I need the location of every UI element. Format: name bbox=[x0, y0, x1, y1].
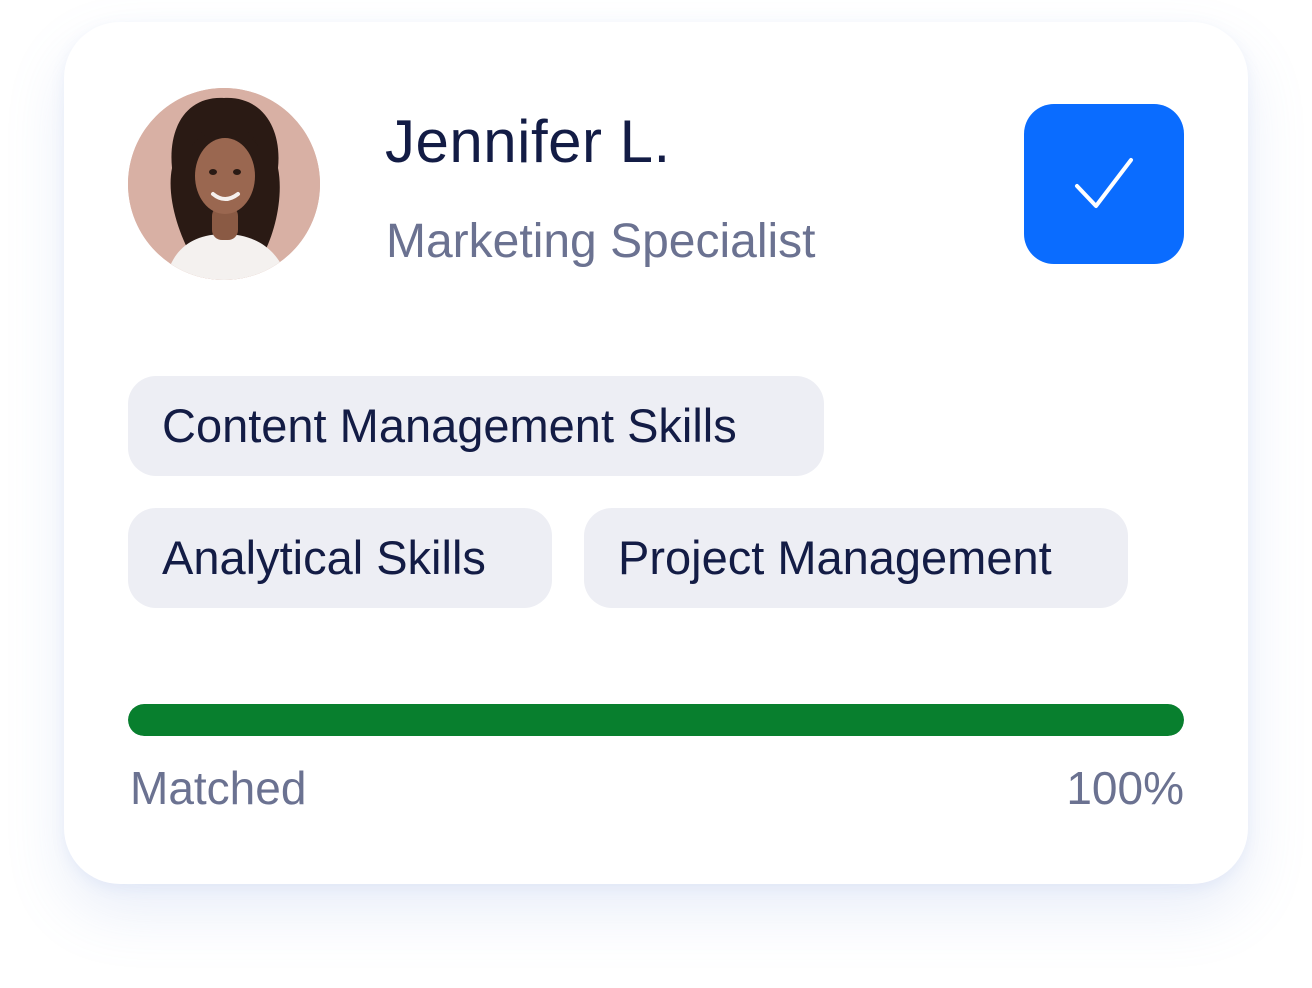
person-portrait-icon bbox=[128, 88, 320, 280]
skill-tag: Content Management Skills bbox=[128, 376, 824, 476]
candidate-name: Jennifer L. bbox=[385, 108, 671, 175]
match-label: Matched bbox=[130, 762, 307, 814]
check-icon bbox=[1075, 158, 1133, 208]
candidate-card: Jennifer L. Marketing Specialist Content… bbox=[64, 22, 1248, 884]
skill-tag: Analytical Skills bbox=[128, 508, 552, 608]
skill-tag: Project Management bbox=[584, 508, 1128, 608]
select-candidate-button[interactable] bbox=[1024, 104, 1184, 264]
avatar bbox=[128, 88, 320, 280]
match-progress-bar bbox=[128, 704, 1184, 736]
candidate-role: Marketing Specialist bbox=[386, 215, 816, 268]
match-progress-fill bbox=[128, 704, 1184, 736]
match-percentage: 100% bbox=[1066, 762, 1184, 814]
